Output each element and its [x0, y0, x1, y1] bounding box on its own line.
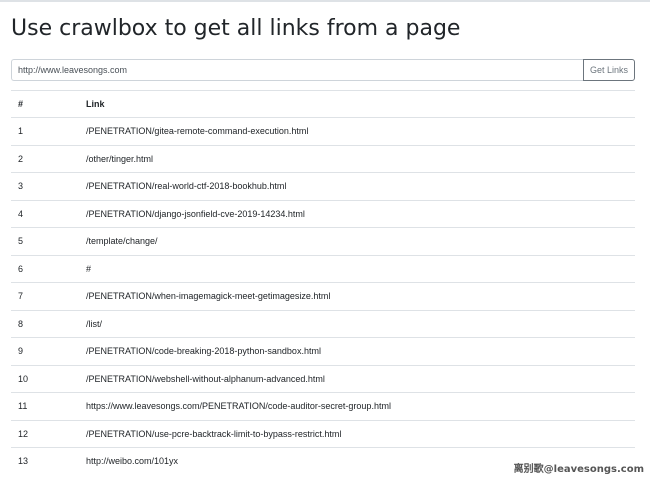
table-row: 11 https://www.leavesongs.com/PENETRATIO… [11, 392, 635, 420]
links-table: # Link 1 /PENETRATION/gitea-remote-comma… [11, 90, 635, 475]
row-number: 3 [11, 172, 79, 200]
table-row: 2 /other/tinger.html [11, 144, 635, 173]
row-number: 9 [11, 337, 79, 365]
row-link: https://www.leavesongs.com/PENETRATION/c… [79, 392, 635, 420]
row-link: /other/tinger.html [79, 144, 635, 173]
table-row: 7 /PENETRATION/when-imagemagick-meet-get… [11, 282, 635, 310]
row-link: # [79, 254, 635, 283]
row-number: 6 [11, 254, 79, 283]
row-number: 2 [11, 144, 79, 173]
table-row: 8 /list/ [11, 309, 635, 338]
table-row: 4 /PENETRATION/django-jsonfield-cve-2019… [11, 199, 635, 228]
row-number: 11 [11, 392, 79, 420]
table-row: 9 /PENETRATION/code-breaking-2018-python… [11, 337, 635, 365]
get-links-button[interactable]: Get Links [583, 59, 635, 81]
row-number: 4 [11, 199, 79, 228]
url-input-group: Get Links [11, 59, 635, 81]
row-number: 1 [11, 117, 79, 145]
row-link: /PENETRATION/code-breaking-2018-python-s… [79, 337, 635, 365]
table-row: 5 /template/change/ [11, 227, 635, 255]
top-border [0, 0, 650, 2]
page-title: Use crawlbox to get all links from a pag… [11, 16, 461, 41]
table-row: 3 /PENETRATION/real-world-ctf-2018-bookh… [11, 172, 635, 200]
header-number: # [11, 90, 79, 118]
table-row: 6 # [11, 254, 635, 283]
row-link: /PENETRATION/when-imagemagick-meet-getim… [79, 282, 635, 310]
row-link: /PENETRATION/webshell-without-alphanum-a… [79, 364, 635, 393]
table-row: 1 /PENETRATION/gitea-remote-command-exec… [11, 117, 635, 145]
row-number: 12 [11, 419, 79, 448]
row-link: /PENETRATION/use-pcre-backtrack-limit-to… [79, 419, 635, 448]
table-row: 12 /PENETRATION/use-pcre-backtrack-limit… [11, 419, 635, 448]
row-link: /template/change/ [79, 227, 635, 255]
table-row: 10 /PENETRATION/webshell-without-alphanu… [11, 364, 635, 393]
table-header-row: # Link [11, 90, 635, 118]
url-input[interactable] [11, 59, 583, 81]
row-link: /PENETRATION/gitea-remote-command-execut… [79, 117, 635, 145]
row-number: 5 [11, 227, 79, 255]
row-number: 10 [11, 364, 79, 393]
row-number: 13 [11, 447, 79, 475]
row-link: /list/ [79, 309, 635, 338]
watermark: 离别歌@leavesongs.com [513, 464, 644, 475]
row-number: 8 [11, 309, 79, 338]
row-number: 7 [11, 282, 79, 310]
row-link: /PENETRATION/django-jsonfield-cve-2019-1… [79, 199, 635, 228]
header-link: Link [79, 90, 635, 118]
row-link: /PENETRATION/real-world-ctf-2018-bookhub… [79, 172, 635, 200]
